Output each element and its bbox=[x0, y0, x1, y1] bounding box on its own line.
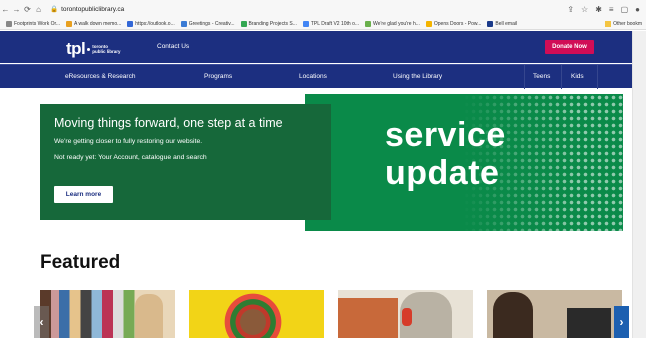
nav-kids[interactable]: Kids bbox=[571, 73, 584, 80]
featured-card-3[interactable] bbox=[338, 290, 473, 338]
bookmark-favicon-icon bbox=[180, 20, 187, 27]
nav-programs[interactable]: Programs bbox=[204, 73, 232, 80]
other-bookmarks-label: Other bookm bbox=[613, 20, 642, 27]
nav-divider bbox=[561, 65, 562, 89]
window-icon[interactable]: ▢ bbox=[621, 5, 629, 14]
bookmark-favicon-icon bbox=[425, 20, 432, 27]
bookmark-item[interactable]: TPL Draft V2 10th o... bbox=[302, 20, 360, 27]
headphones-image bbox=[402, 308, 412, 326]
forward-icon[interactable]: → bbox=[11, 5, 22, 14]
bookmark-item[interactable]: Opens Doors - Pow... bbox=[425, 20, 482, 27]
nav-divider bbox=[597, 65, 598, 89]
hero-card: Moving things forward, one step at a tim… bbox=[40, 104, 331, 220]
logo-dot-icon bbox=[87, 47, 91, 51]
featured-heading: Featured bbox=[40, 252, 121, 273]
bookmark-item[interactable]: Greetings - Creativ... bbox=[180, 20, 235, 27]
bookmark-item[interactable]: https://outlook.o... bbox=[127, 20, 175, 27]
tpl-logo[interactable]: tpl toronto public library bbox=[66, 39, 121, 59]
bookmark-favicon-icon bbox=[302, 20, 309, 27]
hero-heading: Moving things forward, one step at a tim… bbox=[54, 116, 283, 130]
banner-text-line1: service bbox=[385, 116, 506, 154]
bookmark-label: We're glad you're h... bbox=[373, 20, 420, 27]
lock-icon: 🔒 bbox=[50, 6, 59, 13]
service-update-banner[interactable]: service update bbox=[305, 94, 623, 231]
menu-icon[interactable]: ≡ bbox=[609, 5, 614, 14]
nav-divider bbox=[524, 65, 525, 89]
nav-eresources[interactable]: eResources & Research bbox=[65, 73, 135, 80]
share-icon[interactable]: ⇪ bbox=[567, 5, 574, 14]
contact-us-link[interactable]: Contact Us bbox=[157, 43, 189, 50]
logo-sub-line2: public library bbox=[92, 49, 121, 54]
browser-toolbar: ← → ⟳ ⌂ 🔒 torontopubliclibrary.ca ⇪ ☆ ✱ … bbox=[0, 0, 646, 18]
bookmark-favicon-icon bbox=[6, 20, 12, 27]
home-icon[interactable]: ⌂ bbox=[33, 5, 44, 14]
bookmark-favicon-icon bbox=[66, 20, 73, 27]
bookmark-item[interactable]: Bell email bbox=[487, 20, 518, 27]
bookmark-favicon-icon bbox=[365, 20, 372, 27]
hero-text-1: We're getting closer to fully restoring … bbox=[54, 138, 203, 145]
logo-text: tpl bbox=[66, 39, 86, 58]
page-scrollbar[interactable] bbox=[632, 31, 646, 338]
featured-card-4[interactable] bbox=[487, 290, 622, 338]
chevron-left-icon: ‹ bbox=[39, 315, 44, 329]
bookmark-label: https://outlook.o... bbox=[135, 20, 175, 27]
carousel-next-button[interactable]: › bbox=[614, 306, 629, 338]
profile-icon[interactable]: ● bbox=[635, 5, 640, 14]
main-nav: eResources & Research Programs Locations… bbox=[0, 64, 632, 89]
nav-using-library[interactable]: Using the Library bbox=[393, 73, 442, 80]
banner-text-line2: update bbox=[385, 154, 500, 192]
chevron-right-icon: › bbox=[619, 315, 624, 329]
bookmark-favicon-icon bbox=[127, 20, 134, 27]
bookmark-label: Footprints Work Or... bbox=[14, 20, 61, 27]
extensions-icon[interactable]: ✱ bbox=[595, 5, 602, 14]
arm-image bbox=[338, 298, 398, 338]
bookmark-item[interactable]: Branding Projects S... bbox=[240, 20, 297, 27]
carousel-prev-button[interactable]: ‹ bbox=[34, 306, 49, 338]
nav-teens[interactable]: Teens bbox=[533, 73, 550, 80]
featured-card-2[interactable] bbox=[189, 290, 324, 338]
back-icon[interactable]: ← bbox=[0, 5, 11, 14]
flower-wreath-image bbox=[219, 292, 287, 338]
star-icon[interactable]: ☆ bbox=[581, 5, 588, 14]
bookmark-label: Bell email bbox=[495, 20, 518, 27]
nav-locations[interactable]: Locations bbox=[299, 73, 327, 80]
url-text: torontopubliclibrary.ca bbox=[61, 5, 125, 13]
bookmark-label: Opens Doors - Pow... bbox=[433, 20, 482, 27]
featured-card-1[interactable] bbox=[40, 290, 175, 338]
folder-icon bbox=[605, 20, 612, 27]
bookmark-favicon-icon bbox=[487, 20, 494, 27]
laptop-image bbox=[567, 308, 611, 338]
bookmark-label: Branding Projects S... bbox=[248, 20, 297, 27]
person-image bbox=[135, 294, 163, 338]
bookmark-item[interactable]: A walk down memo... bbox=[66, 20, 122, 27]
donate-button[interactable]: Donate Now bbox=[545, 40, 594, 54]
bookmark-favicon-icon bbox=[240, 20, 247, 27]
bookmark-label: TPL Draft V2 10th o... bbox=[310, 20, 360, 27]
bookmark-item[interactable]: We're glad you're h... bbox=[365, 20, 420, 27]
site-header: tpl toronto public library Contact Us Do… bbox=[0, 31, 632, 63]
hero-text-2: Not ready yet: Your Account, catalogue a… bbox=[54, 154, 207, 161]
bookmark-label: Greetings - Creativ... bbox=[188, 20, 235, 27]
child-image bbox=[493, 292, 533, 338]
bookmarks-bar: Footprints Work Or... A walk down memo...… bbox=[0, 18, 646, 30]
address-bar[interactable]: 🔒 torontopubliclibrary.ca bbox=[50, 5, 125, 14]
bookmark-label: A walk down memo... bbox=[74, 20, 122, 27]
bookmark-item[interactable]: Footprints Work Or... bbox=[6, 20, 61, 27]
reload-icon[interactable]: ⟳ bbox=[22, 5, 33, 14]
learn-more-button[interactable]: Learn more bbox=[54, 186, 113, 203]
other-bookmarks[interactable]: Other bookm bbox=[605, 20, 642, 27]
logo-subtitle: toronto public library bbox=[92, 44, 120, 54]
